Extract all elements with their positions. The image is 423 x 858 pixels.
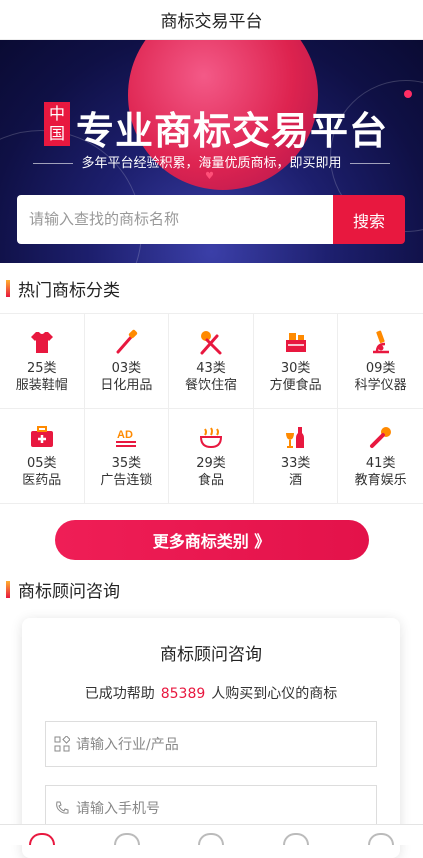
tab-home-icon[interactable]: [29, 833, 56, 845]
section-header-consult: 商标顾问咨询: [0, 564, 423, 614]
category-name: 日化用品: [100, 378, 153, 393]
search-input[interactable]: [17, 195, 333, 244]
industry-field[interactable]: 请输入行业/产品: [45, 721, 377, 767]
utensils-icon: [200, 331, 222, 355]
search-button[interactable]: 搜索: [333, 195, 405, 244]
wine-icon: [285, 427, 304, 448]
category-item[interactable]: 33类 酒: [253, 409, 339, 504]
tshirt-icon: [30, 332, 53, 353]
banner-subline: 多年平台经验积累，海量优质商标，即买即用: [0, 152, 423, 171]
svg-text:AD: AD: [117, 429, 133, 441]
microphone-icon: [369, 427, 391, 448]
category-name: 食品: [197, 473, 224, 488]
helped-stats: 已成功帮助 85389 人购买到心仪的商标: [22, 683, 400, 703]
phone-placeholder: 请输入手机号: [76, 801, 160, 817]
banner-dot: [404, 90, 412, 98]
tab-list-icon[interactable]: [113, 833, 140, 845]
category-code: 29类: [196, 456, 226, 471]
microscope-icon: [372, 330, 389, 354]
category-item[interactable]: 41类 教育娱乐: [338, 409, 423, 504]
category-name: 医药品: [22, 473, 62, 488]
category-item[interactable]: 43类 餐饮住宿: [169, 314, 254, 409]
category-code: 33类: [280, 456, 311, 471]
industry-placeholder: 请输入行业/产品: [76, 737, 179, 753]
helped-count: 85389: [160, 686, 206, 702]
category-code: 09类: [365, 361, 396, 376]
category-name: 广告连锁: [100, 473, 153, 488]
category-item[interactable]: 05类 医药品: [0, 409, 85, 504]
category-name: 方便食品: [269, 378, 322, 393]
category-item[interactable]: 03类 日化用品: [84, 314, 170, 409]
bowl-icon: [199, 427, 222, 449]
hero-banner: 中国 专业商标交易平台 多年平台经验积累，海量优质商标，即买即用 ♥ 搜索: [0, 40, 423, 263]
category-code: 30类: [280, 361, 311, 376]
category-name: 科学仪器: [354, 378, 407, 393]
toothbrush-icon: [116, 329, 138, 354]
consult-card-title: 商标顾问咨询: [160, 645, 262, 665]
banner-badge: 中国: [44, 102, 70, 146]
tab-service-icon[interactable]: [283, 833, 310, 845]
tab-scan-icon[interactable]: [198, 833, 225, 845]
tab-user-icon[interactable]: [367, 833, 394, 845]
category-code: 43类: [196, 361, 226, 376]
helped-suffix: 人购买到心仪的商标: [211, 686, 338, 702]
category-code: 05类: [27, 456, 57, 471]
category-code: 35类: [111, 456, 142, 471]
category-grid: 25类 服装鞋帽 03类 日化用品 43类 餐饮住宿 30类 方便食品 09类 …: [0, 313, 423, 504]
category-name: 酒: [289, 473, 303, 488]
category-item[interactable]: 25类 服装鞋帽: [0, 314, 85, 409]
category-item[interactable]: 09类 科学仪器: [338, 314, 423, 409]
phone-icon: [56, 801, 69, 814]
search-bar: 搜索: [17, 195, 405, 244]
grid-icon: [54, 736, 70, 752]
category-name: 服装鞋帽: [15, 378, 68, 393]
section-header-categories: 热门商标分类: [0, 263, 423, 313]
section-title: 商标顾问咨询: [18, 581, 120, 602]
page-title: 商标交易平台: [0, 0, 423, 40]
category-item[interactable]: 29类 食品: [169, 409, 254, 504]
category-code: 25类: [27, 361, 57, 376]
category-code: 03类: [111, 361, 142, 376]
category-item[interactable]: AD 35类 广告连锁: [84, 409, 170, 504]
medkit-icon: [30, 426, 53, 447]
section-accent-bar: [6, 279, 10, 297]
category-item[interactable]: 30类 方便食品: [253, 314, 339, 409]
category-code: 41类: [365, 456, 396, 471]
ad-icon: AD: [116, 429, 137, 447]
food-icon: [285, 333, 306, 352]
heart-icon: ♥: [205, 171, 214, 182]
category-name: 教育娱乐: [354, 473, 407, 488]
section-title: 热门商标分类: [18, 280, 120, 301]
banner-headline: 专业商标交易平台: [76, 109, 389, 153]
category-name: 餐饮住宿: [184, 378, 237, 393]
consult-card: 商标顾问咨询 已成功帮助 85389 人购买到心仪的商标 请输入行业/产品 请输入手…: [22, 618, 400, 858]
bottom-tab-bar: [0, 824, 423, 845]
section-accent-bar: [6, 580, 10, 598]
more-categories-button[interactable]: 更多商标类别 》: [54, 520, 369, 560]
helped-prefix: 已成功帮助: [84, 686, 155, 702]
